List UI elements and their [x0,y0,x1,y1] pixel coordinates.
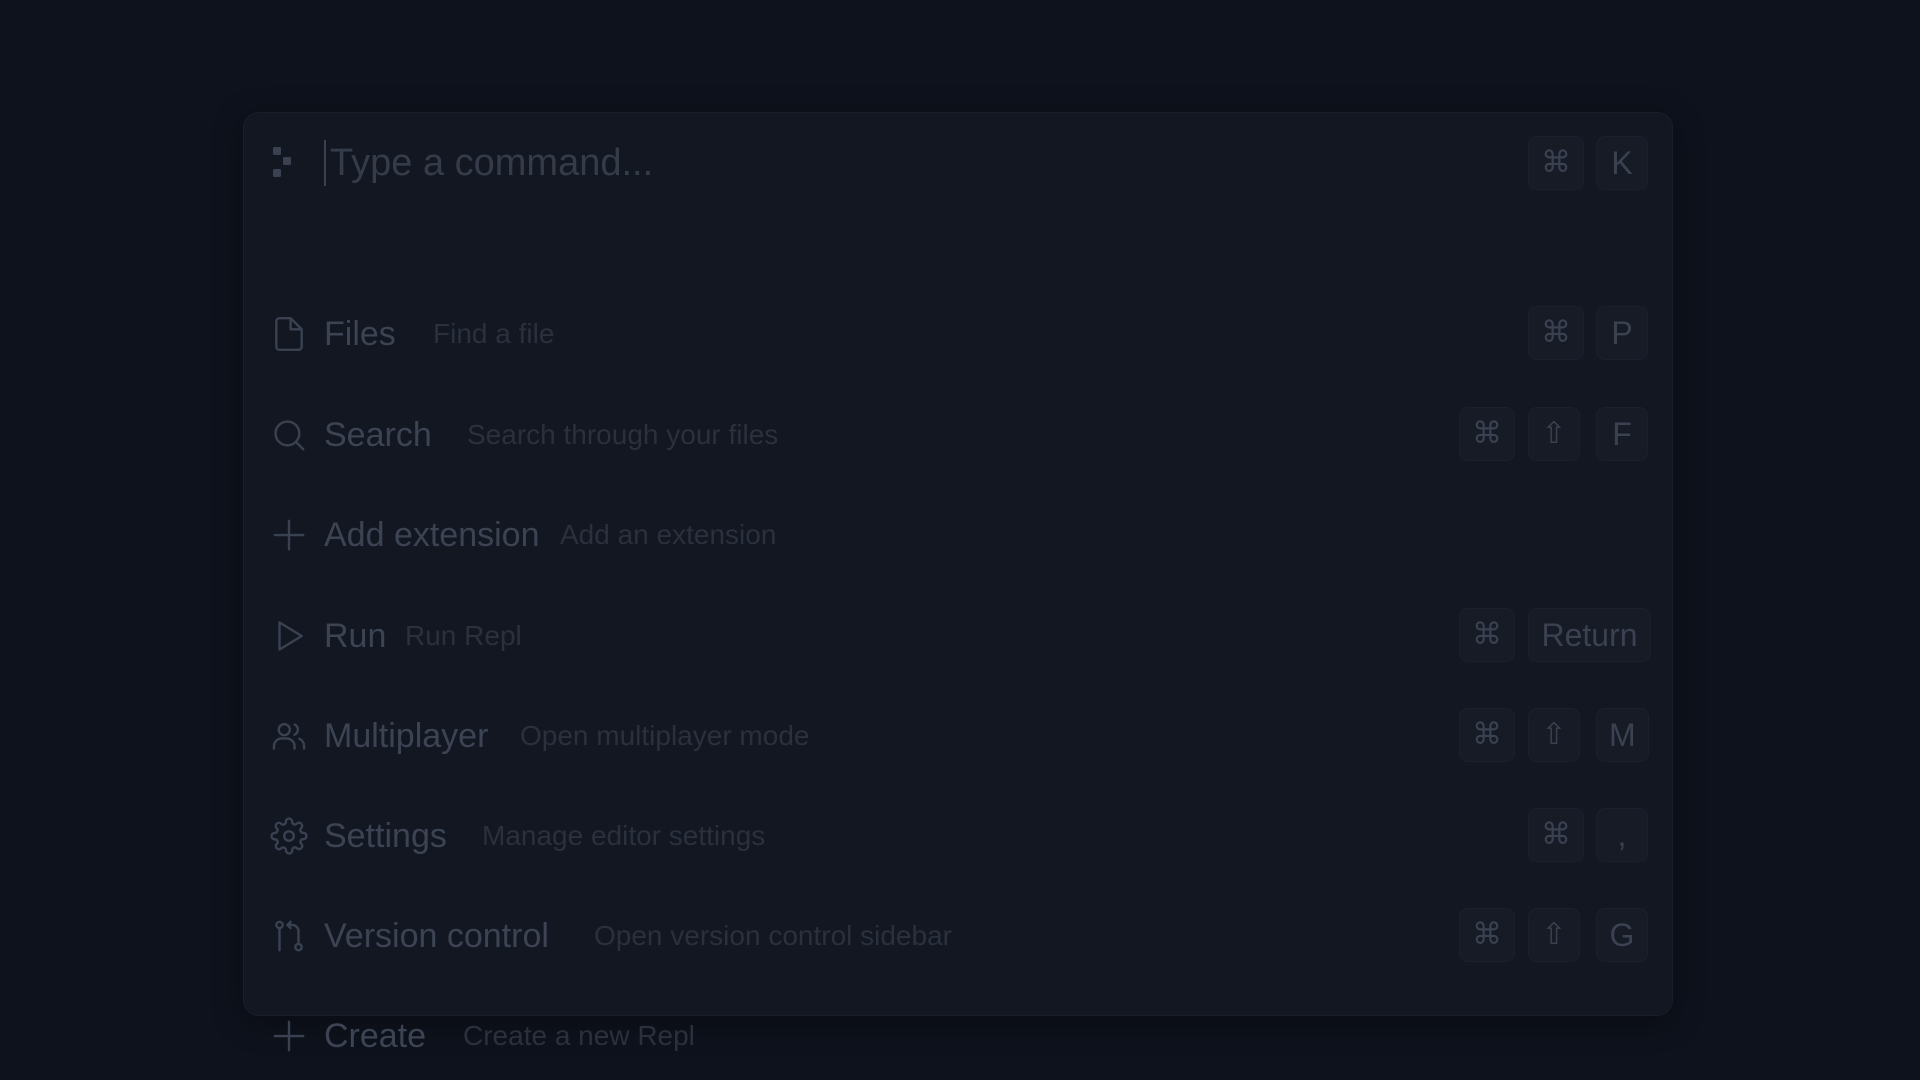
command-item-run[interactable]: Run Run Repl ⌘ Return [260,593,1658,679]
command-description: Add an extension [560,519,777,550]
command-item-version-control[interactable]: Version control Open version control sid… [260,893,1658,979]
shortcut-key-g: G [1596,908,1648,962]
command-description: Manage editor settings [482,820,766,851]
search-icon [270,416,308,454]
users-icon [270,717,308,755]
shortcut-key-cmd: ⌘ [1528,808,1584,862]
command-label: Version control [324,917,549,955]
replit-logo-icon [271,145,295,181]
command-description: Open version control sidebar [594,920,952,951]
command-item-files[interactable]: Files Find a file ⌘ P [260,291,1658,377]
command-palette: ⌘ K Files Find a file ⌘ P Search Search … [243,112,1673,1055]
command-item-multiplayer[interactable]: Multiplayer Open multiplayer mode ⌘ ⇧ M [260,693,1658,779]
command-description: Run Repl [405,620,522,651]
command-description: Find a file [433,318,555,349]
shortcut-key-cmd: ⌘ [1528,306,1584,360]
shortcut-key-cmd: ⌘ [1459,407,1515,461]
shortcut-key-shift: ⇧ [1528,908,1580,962]
plus-icon [270,516,308,554]
command-label: Settings [324,817,447,855]
shortcut-key-cmd: ⌘ [1459,608,1515,662]
file-icon [270,315,308,353]
shortcut-key-f: F [1596,407,1648,461]
shortcut-key-comma: , [1596,808,1648,862]
plus-icon [270,1017,308,1055]
shortcut-key-p: P [1596,306,1648,360]
shortcut-key-k: K [1596,136,1648,190]
git-branch-icon [270,917,308,955]
command-description: Create a new Repl [463,1020,695,1051]
command-label: Create [324,1017,427,1055]
command-label: Add extension [324,516,540,554]
command-description: Open multiplayer mode [520,720,810,751]
gear-icon [270,817,308,855]
shortcut-key-shift: ⇧ [1528,407,1580,461]
play-icon [270,617,308,655]
command-item-settings[interactable]: Settings Manage editor settings ⌘ , [260,793,1658,879]
shortcut-key-shift: ⇧ [1528,708,1580,762]
shortcut-key-m: M [1596,708,1649,762]
command-label: Files [324,315,396,353]
shortcut-key-cmd: ⌘ [1459,908,1515,962]
command-input-row: ⌘ K [244,113,1672,213]
command-label: Multiplayer [324,717,489,755]
command-label: Search [324,416,432,454]
command-label: Run [324,617,387,655]
shortcut-key-cmd: ⌘ [1459,708,1515,762]
command-item-search[interactable]: Search Search through your files ⌘ ⇧ F [260,392,1658,478]
command-item-add-extension[interactable]: Add extension Add an extension [260,492,1658,578]
command-item-create[interactable]: Create Create a new Repl [260,993,1658,1079]
command-description: Search through your files [467,419,779,450]
shortcut-key-return: Return [1528,608,1651,662]
shortcut-key-cmd: ⌘ [1528,136,1584,190]
command-input[interactable] [326,133,1430,193]
